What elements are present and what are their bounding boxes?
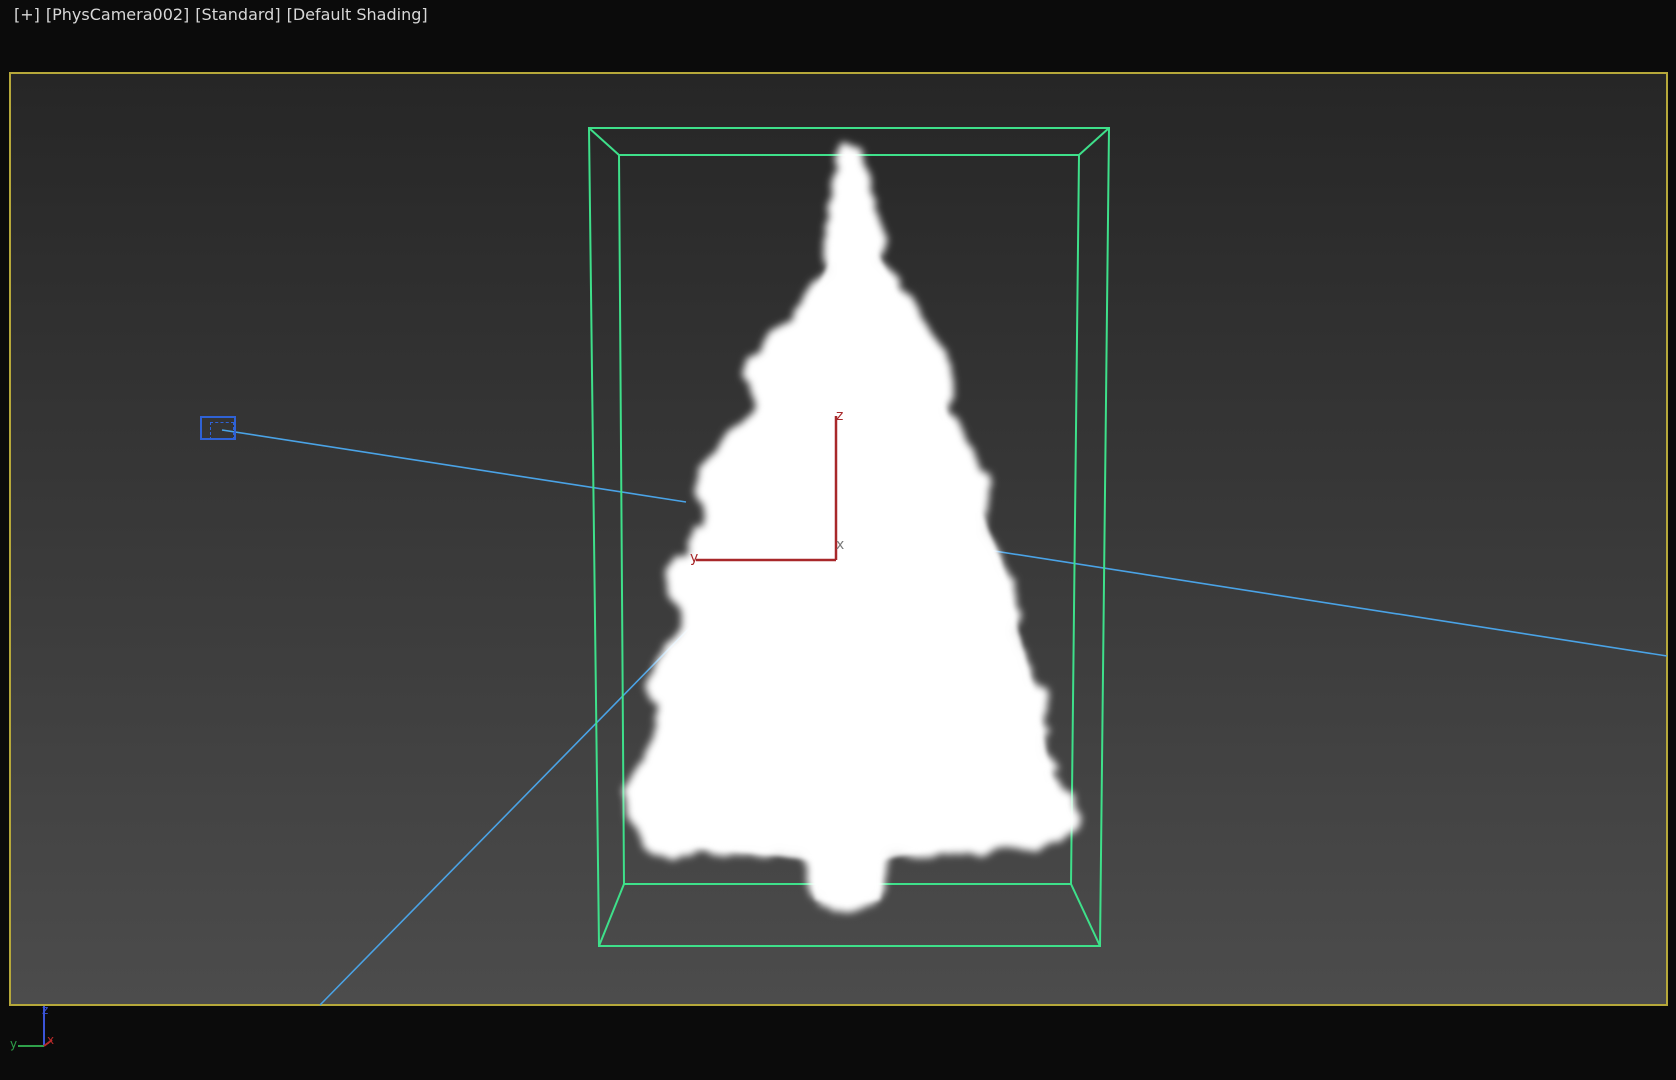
- tripod-x-label: x: [47, 1033, 54, 1047]
- physical-camera-icon[interactable]: [200, 416, 236, 440]
- camera-viewport[interactable]: [+] [PhysCamera002] [Standard] [Default …: [0, 0, 1676, 1080]
- tripod-y-label: y: [10, 1037, 17, 1051]
- gizmo-x-label: x: [836, 537, 844, 553]
- gizmo-y-label: y: [690, 550, 698, 566]
- gizmo-z-label: z: [836, 408, 843, 424]
- physical-camera-lens-icon: [210, 422, 234, 440]
- tripod-z-label: z: [42, 1003, 48, 1017]
- view-axis-tripod: z x y: [10, 1003, 54, 1051]
- scene-canvas[interactable]: z x y z x y: [0, 0, 1676, 1080]
